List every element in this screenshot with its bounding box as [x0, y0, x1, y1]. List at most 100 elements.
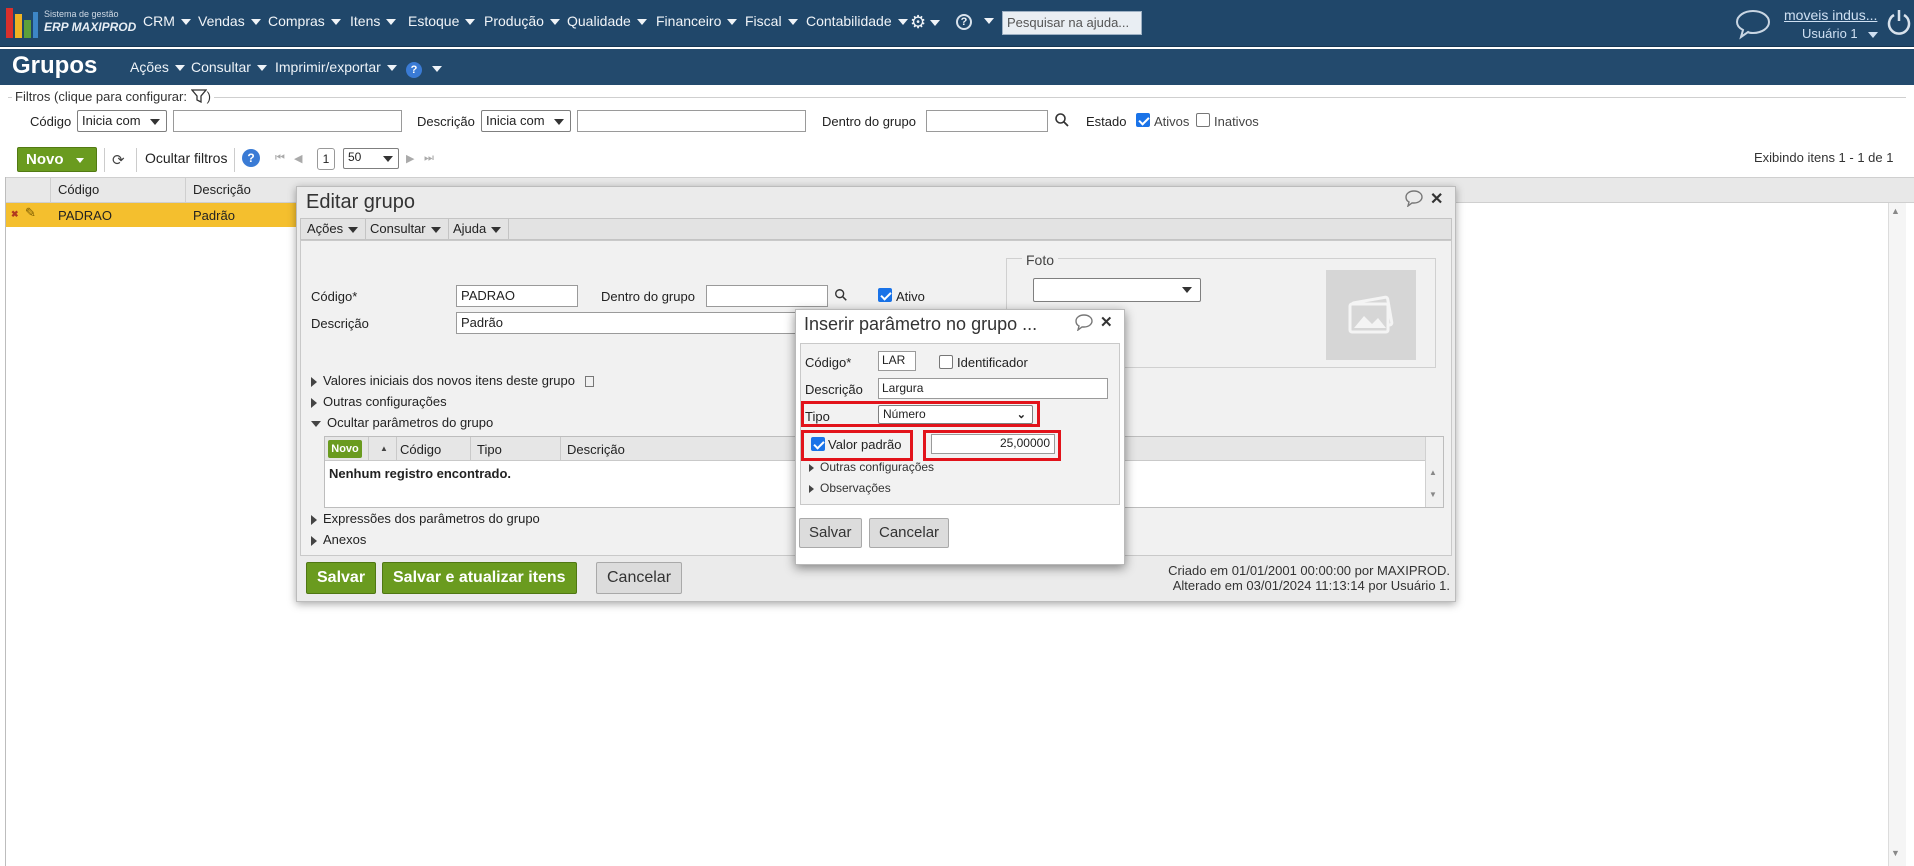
param-cancelar-button[interactable]: Cancelar: [869, 518, 950, 548]
table-row[interactable]: [6, 203, 296, 227]
page-size-select[interactable]: 50: [343, 148, 399, 169]
edit-row-icon[interactable]: ✎: [25, 205, 36, 221]
inserir-parametro-close-icon[interactable]: ✕: [1100, 313, 1113, 331]
menu-qualidade[interactable]: Qualidade: [567, 13, 647, 29]
gear-icon[interactable]: ⚙: [910, 12, 941, 33]
menu-itens[interactable]: Itens: [350, 13, 397, 29]
grid-left-border: [5, 177, 6, 866]
salvar-atualizar-button[interactable]: Salvar e atualizar itens: [382, 562, 577, 594]
criado-info: Criado em 01/01/2001 00:00:00 por MAXIPR…: [1168, 563, 1450, 578]
maxiprod-logo[interactable]: [6, 8, 38, 38]
search-icon[interactable]: [834, 288, 848, 305]
ocultar-parametros-section[interactable]: Ocultar parâmetros do grupo: [311, 415, 493, 430]
refresh-icon[interactable]: ⟳: [112, 151, 125, 169]
company-link[interactable]: moveis indus...: [1784, 7, 1877, 23]
dentro-do-grupo-input[interactable]: [706, 285, 828, 307]
dlg-menu-ajuda[interactable]: Ajuda: [453, 221, 502, 236]
outras-configuracoes-section[interactable]: Outras configurações: [311, 394, 447, 409]
param-codigo-input[interactable]: LAR: [878, 351, 916, 371]
menu-fiscal[interactable]: Fiscal: [745, 13, 798, 29]
codigo-label: Código*: [311, 289, 358, 304]
param-column-tipo[interactable]: Tipo: [477, 442, 502, 457]
image-icon: [1348, 295, 1394, 334]
menu-producao[interactable]: Produção: [484, 13, 560, 29]
dlg-menu-acoes[interactable]: Ações: [307, 221, 359, 236]
valor-padrao-input[interactable]: 25,00000: [931, 434, 1055, 454]
photo-placeholder[interactable]: [1326, 270, 1416, 360]
param-column-descricao[interactable]: Descrição: [567, 442, 625, 457]
identificador-checkbox[interactable]: [939, 355, 953, 369]
help-search-input[interactable]: Pesquisar na ajuda...: [1002, 11, 1142, 35]
foto-select[interactable]: [1033, 278, 1201, 302]
foto-label: Foto: [1022, 252, 1059, 268]
filter-codigo-mode-select[interactable]: Inicia com: [77, 110, 167, 132]
param-outras-config-section[interactable]: Outras configurações: [809, 460, 934, 474]
delete-row-icon[interactable]: ✖: [11, 209, 19, 220]
scroll-down-icon[interactable]: ▼: [1429, 490, 1437, 499]
param-descricao-input[interactable]: Largura: [878, 378, 1108, 399]
valores-iniciais-section[interactable]: Valores iniciais dos novos itens deste g…: [311, 373, 594, 388]
next-page-icon[interactable]: ▶: [406, 152, 414, 165]
ativo-label: Ativo: [896, 289, 925, 304]
salvar-button[interactable]: Salvar: [306, 562, 377, 594]
help-circle-icon[interactable]: ?: [956, 12, 994, 30]
page-help-icon[interactable]: ?: [406, 60, 442, 78]
anexos-section[interactable]: Anexos: [311, 532, 366, 547]
filter-dentro-input[interactable]: [926, 110, 1048, 132]
page-menu-acoes[interactable]: Ações: [130, 59, 185, 75]
menu-divider: [448, 218, 449, 240]
page-number-input[interactable]: 1: [317, 148, 335, 170]
cancelar-button[interactable]: Cancelar: [596, 562, 683, 594]
menu-financeiro[interactable]: Financeiro: [656, 13, 738, 29]
last-page-icon[interactable]: ⏭: [424, 152, 434, 165]
scroll-down-icon[interactable]: ▼: [1891, 848, 1900, 858]
filter-descricao-input[interactable]: [577, 110, 806, 132]
param-observacoes-section[interactable]: Observações: [809, 481, 891, 495]
valor-padrao-checkbox[interactable]: [811, 437, 825, 451]
column-header-codigo[interactable]: Código: [58, 182, 99, 197]
ocultar-filtros-button[interactable]: Ocultar filtros: [145, 150, 227, 166]
filter-funnel-icon[interactable]: [190, 89, 207, 106]
param-column-codigo[interactable]: Código: [400, 442, 441, 457]
dialog-chat-icon[interactable]: [1404, 189, 1424, 210]
filter-inativos-checkbox[interactable]: [1196, 113, 1210, 127]
column-header-descricao[interactable]: Descrição: [193, 182, 251, 197]
scroll-up-icon[interactable]: ▲: [1891, 206, 1900, 216]
ativo-checkbox[interactable]: [878, 288, 892, 302]
filter-codigo-input[interactable]: [173, 110, 402, 132]
param-tipo-select[interactable]: Número ⌄: [878, 405, 1033, 424]
page-menu-imprimir[interactable]: Imprimir/exportar: [275, 59, 397, 75]
user-menu[interactable]: Usuário 1: [1802, 26, 1878, 41]
descricao-input[interactable]: Padrão: [456, 312, 796, 334]
menu-contabilidade[interactable]: Contabilidade: [806, 13, 908, 29]
prev-page-icon[interactable]: ◀: [294, 152, 302, 165]
codigo-input[interactable]: PADRAO: [456, 285, 578, 307]
chat-icon[interactable]: [1734, 8, 1772, 43]
param-salvar-button[interactable]: Salvar: [799, 518, 862, 548]
filter-descricao-label: Descrição: [417, 114, 475, 129]
power-icon[interactable]: [1886, 7, 1912, 40]
search-icon[interactable]: [1054, 112, 1070, 131]
menu-estoque[interactable]: Estoque: [408, 13, 476, 29]
novo-button[interactable]: Novo: [17, 147, 97, 172]
filters-legend[interactable]: Filtros (clique para configurar: ): [12, 89, 214, 107]
editar-grupo-close-icon[interactable]: ✕: [1430, 189, 1443, 209]
showing-count: Exibindo itens 1 - 1 de 1: [1754, 150, 1894, 165]
filter-ativos-checkbox[interactable]: [1136, 113, 1150, 127]
grid-scrollbar[interactable]: [1888, 203, 1906, 866]
dialog-chat-icon[interactable]: [1074, 313, 1094, 334]
page-menu-consultar[interactable]: Consultar: [191, 59, 267, 75]
filter-descricao-mode-select[interactable]: Inicia com: [481, 110, 571, 132]
menu-crm[interactable]: CRM: [143, 13, 191, 29]
sort-asc-icon[interactable]: ▲: [380, 444, 388, 453]
first-page-icon[interactable]: ⏮: [275, 152, 285, 165]
expressoes-section[interactable]: Expressões dos parâmetros do grupo: [311, 511, 540, 526]
menu-compras[interactable]: Compras: [268, 13, 341, 29]
menu-vendas[interactable]: Vendas: [198, 13, 261, 29]
menu-divider: [508, 218, 509, 240]
scroll-up-icon[interactable]: ▲: [1429, 468, 1437, 477]
dlg-menu-consultar[interactable]: Consultar: [370, 221, 441, 236]
grid-help-icon[interactable]: ?: [242, 149, 260, 167]
parametros-novo-button[interactable]: Novo: [328, 440, 362, 458]
empty-message: Nenhum registro encontrado.: [329, 466, 512, 481]
